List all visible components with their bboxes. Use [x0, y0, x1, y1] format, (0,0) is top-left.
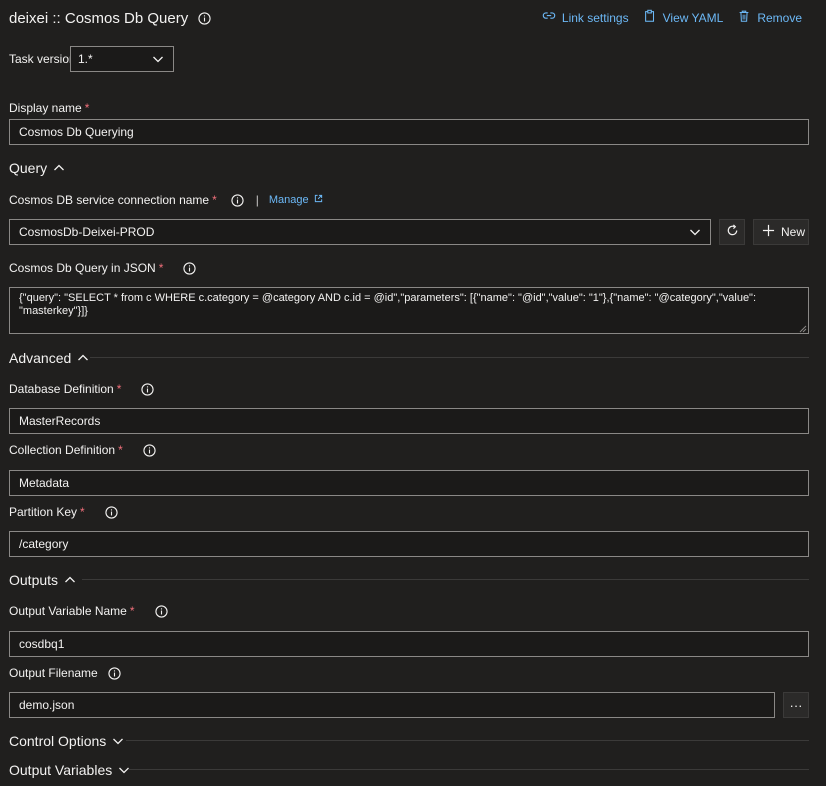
chevron-down-icon [112, 735, 124, 747]
info-icon[interactable] [105, 505, 118, 519]
section-divider [90, 357, 809, 358]
task-title-row: deixei :: Cosmos Db Query [9, 10, 211, 27]
required-marker: * [129, 604, 135, 618]
query-json-label: Cosmos Db Query in JSON * [9, 261, 197, 275]
more-icon: ··· [789, 697, 803, 713]
advanced-section-toggle[interactable]: Advanced [9, 350, 89, 366]
query-json-textarea[interactable]: {"query": "SELECT * from c WHERE c.categ… [9, 287, 809, 334]
section-divider [129, 769, 809, 770]
partition-input[interactable]: /category [9, 531, 809, 557]
database-label: Database Definition * [9, 382, 155, 396]
output-filename-input[interactable]: demo.json [9, 692, 775, 718]
partition-label: Partition Key * [9, 505, 118, 519]
trash-icon [737, 9, 751, 26]
chevron-down-icon [118, 764, 130, 776]
link-settings-button[interactable]: Link settings [542, 9, 629, 26]
refresh-icon [725, 223, 740, 241]
output-varname-label: Output Variable Name * [9, 604, 168, 618]
info-icon[interactable] [141, 382, 155, 396]
display-name-input[interactable]: Cosmos Db Querying [9, 119, 809, 145]
database-input[interactable]: MasterRecords [9, 408, 809, 434]
refresh-button[interactable] [719, 219, 745, 245]
required-marker: * [116, 382, 122, 396]
task-version-label: Task version [9, 52, 76, 66]
view-yaml-button[interactable]: View YAML [643, 9, 723, 26]
chevron-up-icon [53, 162, 65, 174]
output-variables-toggle[interactable]: Output Variables [9, 762, 130, 778]
chevron-down-icon [689, 226, 701, 238]
control-options-toggle[interactable]: Control Options [9, 733, 124, 749]
required-marker: * [118, 443, 123, 457]
connection-dropdown[interactable]: CosmosDb-Deixei-PROD [9, 219, 711, 245]
output-filename-label: Output Filename [9, 666, 121, 680]
header-actions: Link settings View YAML Remove [542, 9, 802, 26]
info-icon[interactable] [108, 666, 121, 680]
task-version-dropdown[interactable]: 1.* [70, 46, 174, 72]
chevron-down-icon [152, 53, 164, 65]
required-marker: * [158, 261, 164, 275]
info-icon[interactable] [231, 193, 244, 207]
required-marker: * [84, 101, 90, 115]
collection-label: Collection Definition * [9, 443, 156, 457]
chevron-up-icon [77, 352, 89, 364]
new-connection-button[interactable]: New [753, 219, 809, 245]
required-marker: * [212, 193, 217, 207]
resize-handle-icon[interactable] [799, 324, 807, 333]
separator: | [255, 193, 259, 207]
output-varname-input[interactable]: cosdbq1 [9, 631, 809, 657]
page-title: deixei :: Cosmos Db Query [9, 10, 189, 27]
query-section-toggle[interactable]: Query [9, 160, 65, 176]
info-icon[interactable] [154, 604, 168, 618]
info-icon[interactable] [183, 261, 197, 275]
section-divider [82, 579, 809, 580]
chevron-up-icon [64, 574, 76, 586]
external-link-icon [314, 194, 323, 206]
required-marker: * [80, 505, 85, 519]
collection-input[interactable]: Metadata [9, 470, 809, 496]
browse-button[interactable]: ··· [783, 692, 809, 718]
display-name-label: Display name * [9, 101, 90, 115]
plus-icon [762, 224, 775, 240]
info-icon[interactable] [198, 12, 211, 25]
section-divider [126, 740, 809, 741]
connection-label: Cosmos DB service connection name * | Man… [9, 193, 323, 207]
info-icon[interactable] [143, 443, 156, 457]
link-icon [542, 9, 556, 26]
outputs-section-toggle[interactable]: Outputs [9, 572, 76, 588]
manage-link[interactable]: Manage [269, 194, 323, 206]
clipboard-icon [643, 9, 657, 26]
remove-button[interactable]: Remove [737, 9, 802, 26]
